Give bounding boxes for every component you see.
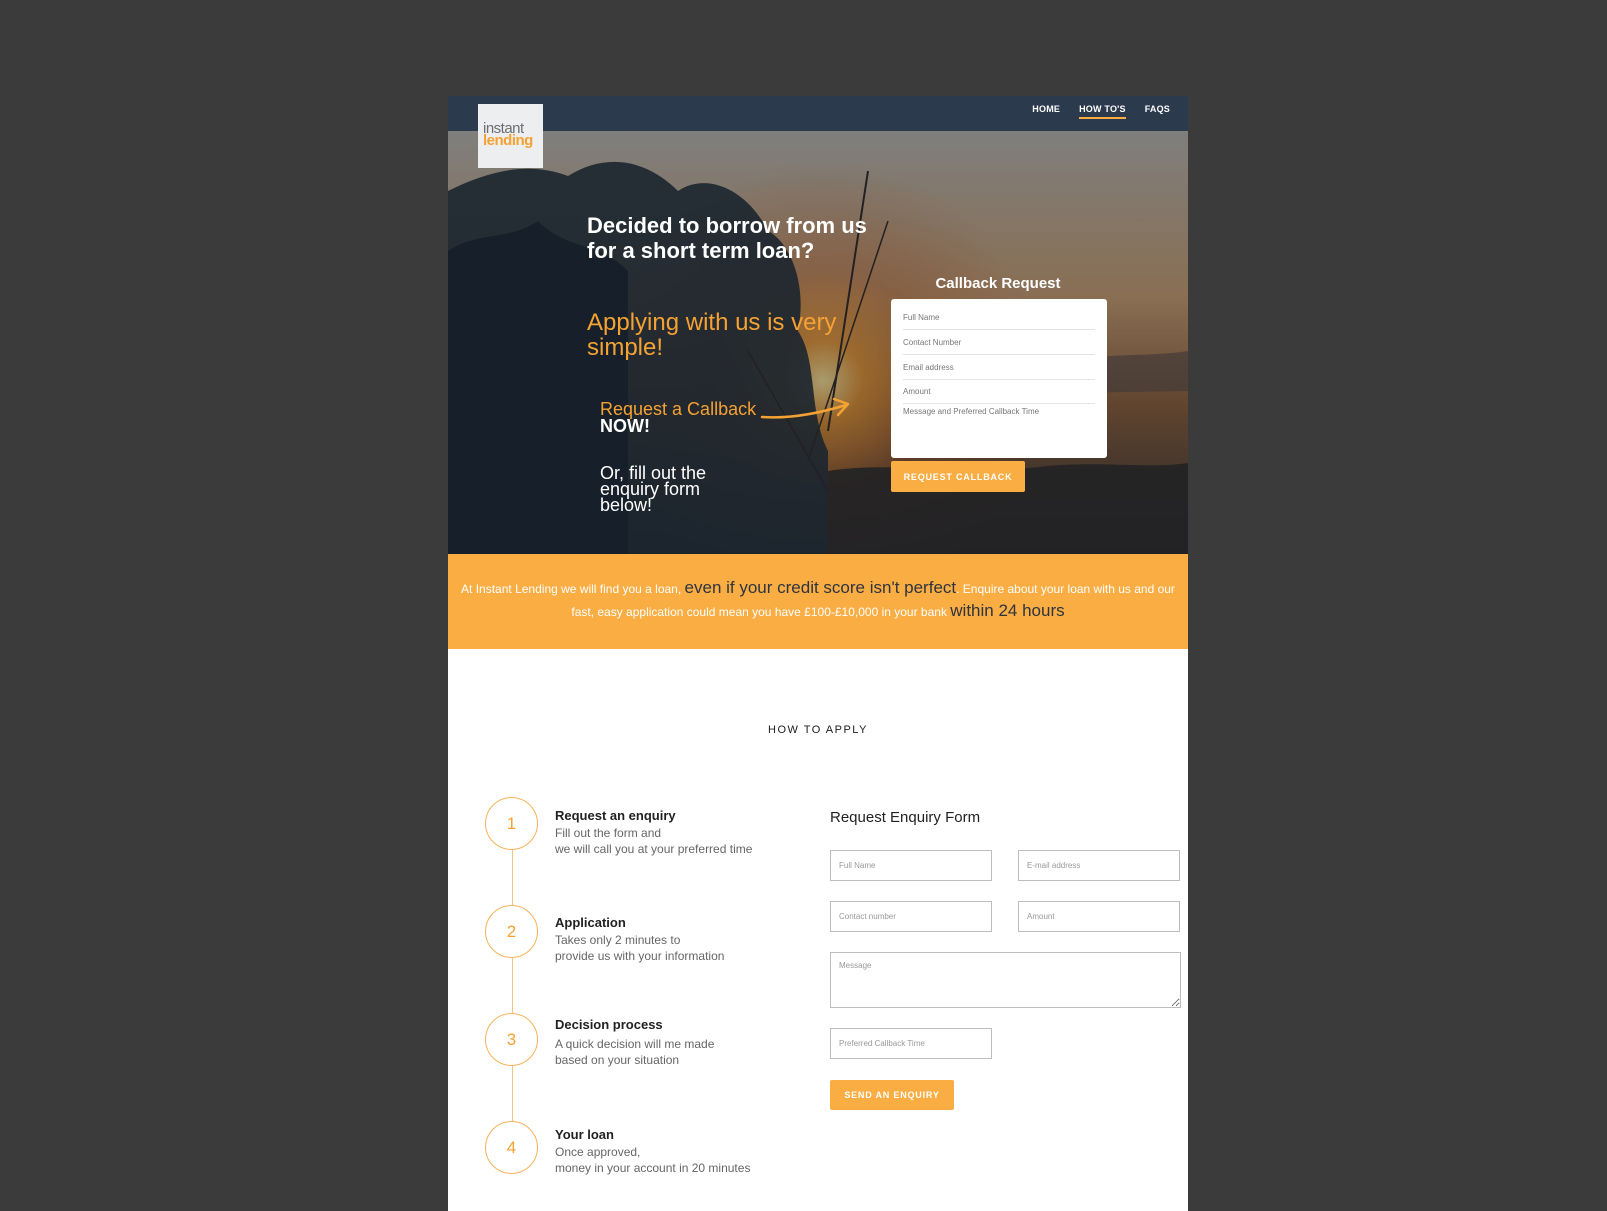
nav-links: HOME HOW TO'S FAQS [1032, 104, 1170, 119]
top-nav: HOME HOW TO'S FAQS [448, 96, 1188, 131]
enquiry-form-title: Request Enquiry Form [830, 809, 981, 826]
step-desc-4-line1: Once approved, [555, 1145, 641, 1159]
enquiry-contact-input[interactable] [830, 901, 992, 932]
banner-text-part1: At Instant Lending we will find you a lo… [461, 582, 685, 596]
logo-text-lending: lending [483, 132, 533, 149]
banner-highlight-credit: even if your credit score isn't perfect [684, 578, 957, 597]
send-enquiry-button[interactable]: SEND AN ENQUIRY [830, 1080, 954, 1110]
hero-headline: Decided to borrow from us for a short te… [587, 213, 867, 263]
step-title-4: Your loan [555, 1127, 614, 1142]
hero-section: Decided to borrow from us for a short te… [448, 131, 1188, 554]
website-mockup: HOME HOW TO'S FAQS instant lending Decid… [448, 96, 1188, 1211]
step-desc-2: Takes only 2 minutes to provide us with … [555, 932, 795, 964]
cta-alternative-text: Or, fill out the enquiry form below! [600, 463, 707, 515]
step-title-3: Decision process [555, 1017, 663, 1032]
logo[interactable]: instant lending [478, 104, 543, 168]
enquiry-callback-time-input[interactable] [830, 1028, 992, 1059]
callback-message-input[interactable] [903, 407, 1095, 449]
enquiry-amount-input[interactable] [1018, 901, 1180, 932]
step-title-2: Application [555, 915, 626, 930]
nav-home[interactable]: HOME [1032, 104, 1060, 119]
callback-email-input[interactable] [903, 355, 1095, 380]
step-number-3: 3 [485, 1013, 538, 1066]
cta-now-text: NOW! [600, 416, 650, 436]
step-desc-3-line2: based on your situation [555, 1053, 680, 1067]
nav-faqs[interactable]: FAQS [1145, 104, 1170, 119]
callback-amount-input[interactable] [903, 379, 1095, 404]
step-desc-4-line2: money in your account in 20 minutes [555, 1161, 751, 1175]
step-number-2: 2 [485, 905, 538, 958]
callback-full-name-input[interactable] [903, 305, 1095, 330]
step-desc-4: Once approved, money in your account in … [555, 1144, 795, 1176]
banner-highlight-24h: within 24 hours [950, 601, 1065, 620]
enquiry-message-input[interactable] [830, 952, 1181, 1008]
enquiry-full-name-input[interactable] [830, 850, 992, 881]
step-desc-2-line1: Takes only 2 minutes to [555, 933, 681, 947]
callback-form-title: Callback Request [935, 275, 1061, 292]
nav-how-tos[interactable]: HOW TO'S [1079, 104, 1126, 119]
step-desc-1: Fill out the form and we will call you a… [555, 825, 795, 857]
step-number-1: 1 [485, 797, 538, 850]
step-desc-2-line2: provide us with your information [555, 949, 725, 963]
arrow-right-icon [760, 397, 850, 419]
step-desc-3: A quick decision will me made based on y… [555, 1036, 795, 1068]
step-title-1: Request an enquiry [555, 808, 676, 823]
info-banner: At Instant Lending we will find you a lo… [448, 554, 1188, 649]
step-desc-1-line2: we will call you at your preferred time [555, 842, 753, 856]
callback-form [891, 299, 1107, 458]
callback-contact-input[interactable] [903, 330, 1095, 355]
timeline-line [512, 828, 513, 1148]
enquiry-email-input[interactable] [1018, 850, 1180, 881]
cta-request-callback: Request a Callback NOW! [600, 400, 760, 436]
how-to-apply-title: HOW TO APPLY [768, 724, 868, 736]
step-desc-3-line1: A quick decision will me made [555, 1037, 715, 1051]
banner-text: At Instant Lending we will find you a lo… [456, 577, 1180, 623]
request-callback-button[interactable]: REQUEST CALLBACK [891, 461, 1025, 492]
hero-subheadline: Applying with us is very simple! [587, 309, 837, 361]
step-number-4: 4 [485, 1121, 538, 1174]
step-desc-1-line1: Fill out the form and [555, 826, 662, 840]
